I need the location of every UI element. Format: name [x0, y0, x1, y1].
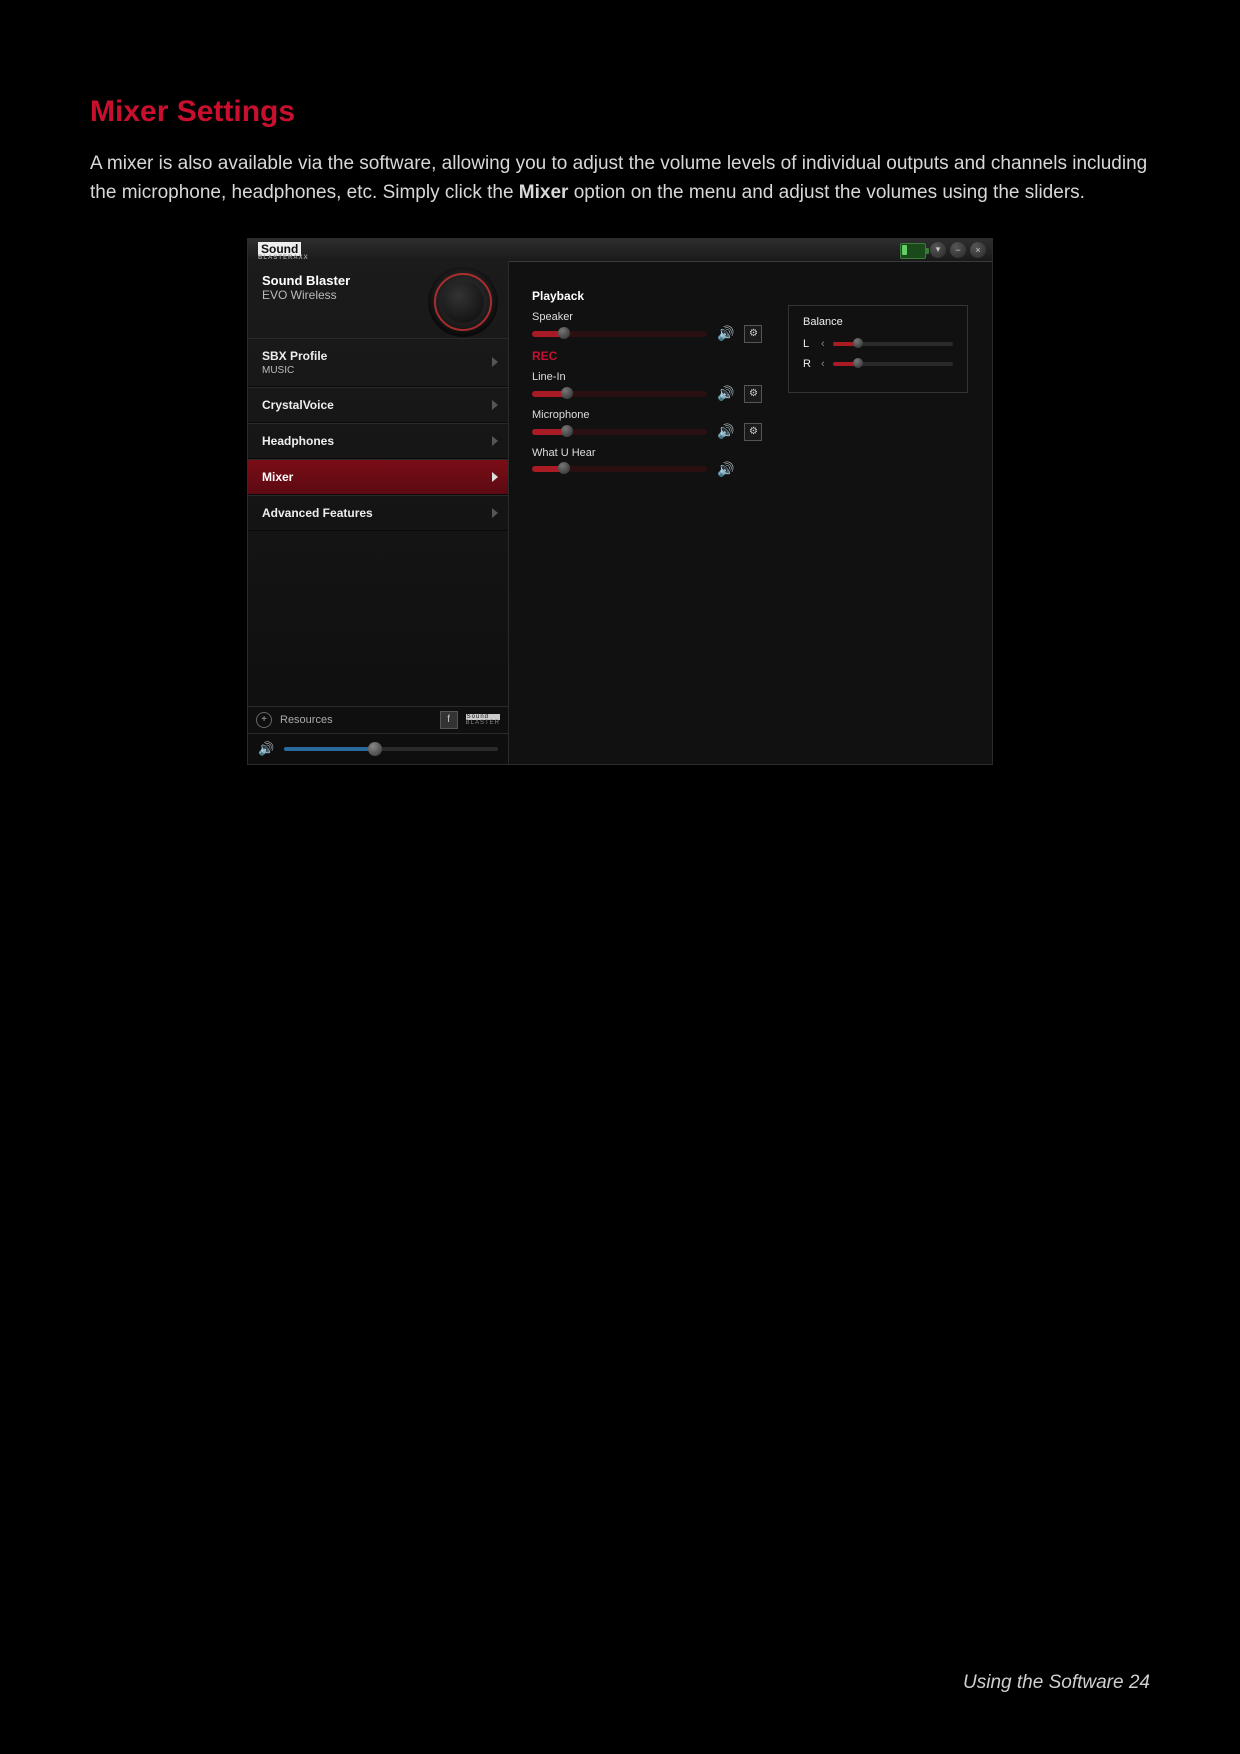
app-window: Sound BLASTERAXX ▾ − × Sound Blaster EVO…: [247, 238, 993, 765]
microphone-slider[interactable]: [532, 429, 707, 435]
balance-right-slider[interactable]: [833, 362, 953, 366]
balance-left-label: L: [803, 338, 813, 350]
menu-sbx-sublabel: MUSIC: [262, 365, 494, 376]
speaker-mute-icon[interactable]: 🔊: [717, 325, 734, 342]
balance-panel: Balance L ‹ R ‹: [788, 305, 968, 393]
whatuhear-label: What U Hear: [532, 447, 968, 459]
page-footer: Using the Software 24: [963, 1672, 1150, 1694]
linein-slider[interactable]: [532, 391, 707, 397]
speaker-slider[interactable]: [532, 331, 707, 337]
minimize-button[interactable]: −: [950, 242, 966, 258]
menu-advanced-features[interactable]: Advanced Features: [248, 495, 508, 531]
master-volume-slider[interactable]: [284, 747, 498, 751]
bottom-bar: + Resources f SoundBLASTER: [248, 706, 508, 734]
intro-bold: Mixer: [519, 182, 569, 203]
whatuhear-slider[interactable]: [532, 466, 707, 472]
titlebar: Sound BLASTERAXX ▾ − ×: [248, 239, 992, 262]
balance-right-arrow: ‹: [821, 358, 825, 370]
speaker-icon[interactable]: 🔊: [258, 741, 274, 757]
facebook-icon[interactable]: f: [440, 711, 458, 729]
product-image: [428, 267, 502, 341]
microphone-mute-icon[interactable]: 🔊: [717, 423, 734, 440]
speaker-settings-icon[interactable]: ⚙: [744, 325, 762, 343]
master-volume: 🔊: [248, 734, 508, 764]
linein-mute-icon[interactable]: 🔊: [717, 385, 734, 402]
menu-headphones[interactable]: Headphones: [248, 423, 508, 459]
battery-icon: [900, 243, 926, 259]
page-title: Mixer Settings: [90, 95, 1150, 129]
add-icon[interactable]: +: [256, 712, 272, 728]
microphone-settings-icon[interactable]: ⚙: [744, 423, 762, 441]
microphone-label: Microphone: [532, 409, 968, 421]
resources-link[interactable]: Resources: [280, 714, 333, 726]
menu-sbx-label: SBX Profile: [262, 349, 327, 363]
mixer-content: Playback Speaker 🔊 ⚙ REC Line-In 🔊 ⚙ Mic…: [508, 261, 992, 764]
window-buttons: ▾ − ×: [900, 242, 986, 259]
brand-main: Sound: [258, 242, 301, 256]
balance-left-slider[interactable]: [833, 342, 953, 346]
settings-button[interactable]: ▾: [930, 242, 946, 258]
sound-blaster-link[interactable]: SoundBLASTER: [466, 714, 500, 726]
sidebar: Sound Blaster EVO Wireless SBX Profile M…: [248, 261, 509, 764]
brand-logo: Sound BLASTERAXX: [258, 242, 309, 261]
product-header: Sound Blaster EVO Wireless: [248, 261, 508, 310]
close-button[interactable]: ×: [970, 242, 986, 258]
balance-left-arrow: ‹: [821, 338, 825, 350]
menu: SBX Profile MUSIC CrystalVoice Headphone…: [248, 338, 508, 531]
menu-crystalvoice[interactable]: CrystalVoice: [248, 387, 508, 423]
linein-settings-icon[interactable]: ⚙: [744, 385, 762, 403]
intro-text: A mixer is also available via the softwa…: [90, 149, 1150, 208]
intro-part-b: option on the menu and adjust the volume…: [568, 182, 1085, 203]
whatuhear-mute-icon[interactable]: 🔊: [717, 461, 734, 478]
balance-right-label: R: [803, 358, 813, 370]
menu-mixer[interactable]: Mixer: [248, 459, 508, 495]
playback-header: Playback: [532, 289, 968, 303]
menu-sbx-profile[interactable]: SBX Profile MUSIC: [248, 338, 508, 387]
balance-header: Balance: [803, 316, 953, 328]
